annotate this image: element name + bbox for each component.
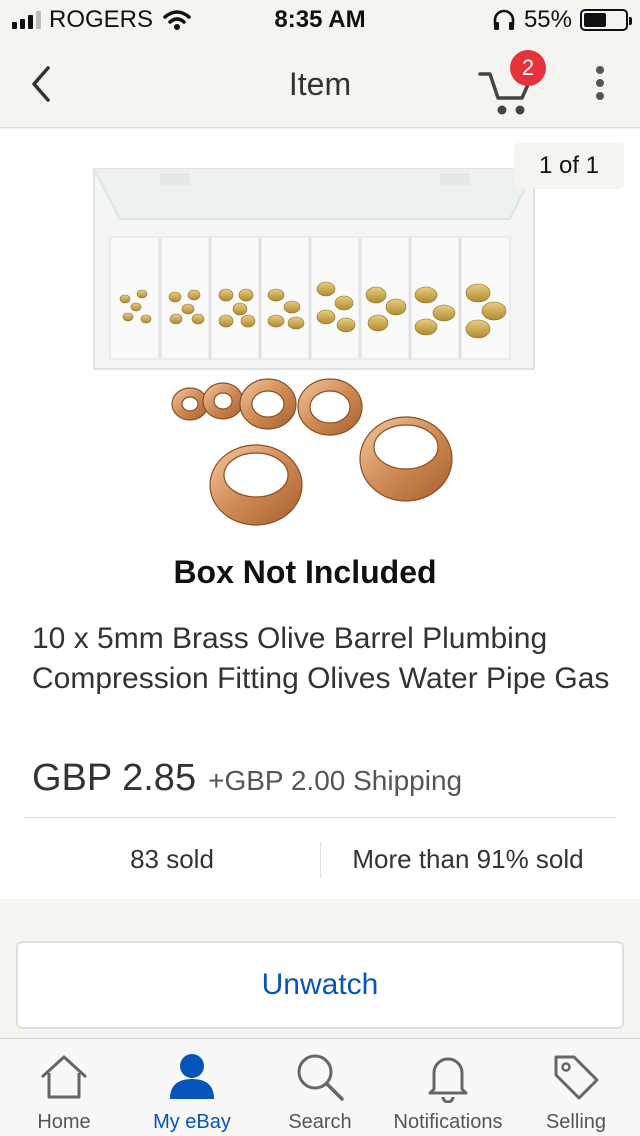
tab-selling-label: Selling xyxy=(545,1111,607,1133)
tag-icon xyxy=(554,1055,599,1100)
battery-percent: 55% xyxy=(523,6,572,33)
status-right: 55% xyxy=(492,6,632,34)
sold-count: 83 sold xyxy=(130,844,214,874)
sold-rate: More than 91% sold xyxy=(352,844,584,874)
battery-level xyxy=(584,13,606,27)
image-pager: 1 of 1 xyxy=(514,143,624,189)
image-caption: Box Not Included xyxy=(173,554,437,590)
cart-count-badge: 2 xyxy=(510,50,546,86)
navigation-bar: Item 2 xyxy=(0,40,640,128)
item-price: GBP 2.85 xyxy=(32,757,197,799)
search-icon xyxy=(297,1054,344,1101)
tab-search-label: Search xyxy=(288,1111,352,1133)
product-title: 10 x 5mm Brass Olive Barrel Plumbing Com… xyxy=(32,622,610,695)
price-row: GBP 2.85 +GBP 2.00 Shipping xyxy=(32,757,462,800)
more-menu-button[interactable] xyxy=(588,66,612,106)
tab-bar: Home My eBay Search Notifications Sellin… xyxy=(0,1038,640,1136)
divider xyxy=(24,817,616,818)
home-icon xyxy=(40,1055,88,1099)
headphones-icon xyxy=(493,9,515,30)
unwatch-button[interactable]: Unwatch xyxy=(16,941,624,1029)
tab-home[interactable]: Home xyxy=(0,1039,128,1136)
tab-my-ebay[interactable]: My eBay xyxy=(128,1039,256,1136)
item-detail: 1 of 1 Box Not Included 10 x 5mm Brass O… xyxy=(0,129,640,899)
tab-selling[interactable]: Selling xyxy=(512,1039,640,1136)
product-image[interactable] xyxy=(80,149,595,619)
tab-home-label: Home xyxy=(37,1111,91,1133)
user-icon xyxy=(170,1054,214,1099)
tab-notifications-label: Notifications xyxy=(393,1111,503,1133)
bell-icon xyxy=(428,1057,468,1103)
more-vertical-icon xyxy=(588,66,612,100)
battery-icon xyxy=(580,9,632,31)
tab-my-ebay-label: My eBay xyxy=(153,1111,231,1133)
tab-notifications[interactable]: Notifications xyxy=(384,1039,512,1136)
shipping-cost: +GBP 2.00 Shipping xyxy=(208,765,463,796)
tab-search[interactable]: Search xyxy=(256,1039,384,1136)
status-bar: ROGERS 8:35 AM 55% xyxy=(0,0,640,40)
